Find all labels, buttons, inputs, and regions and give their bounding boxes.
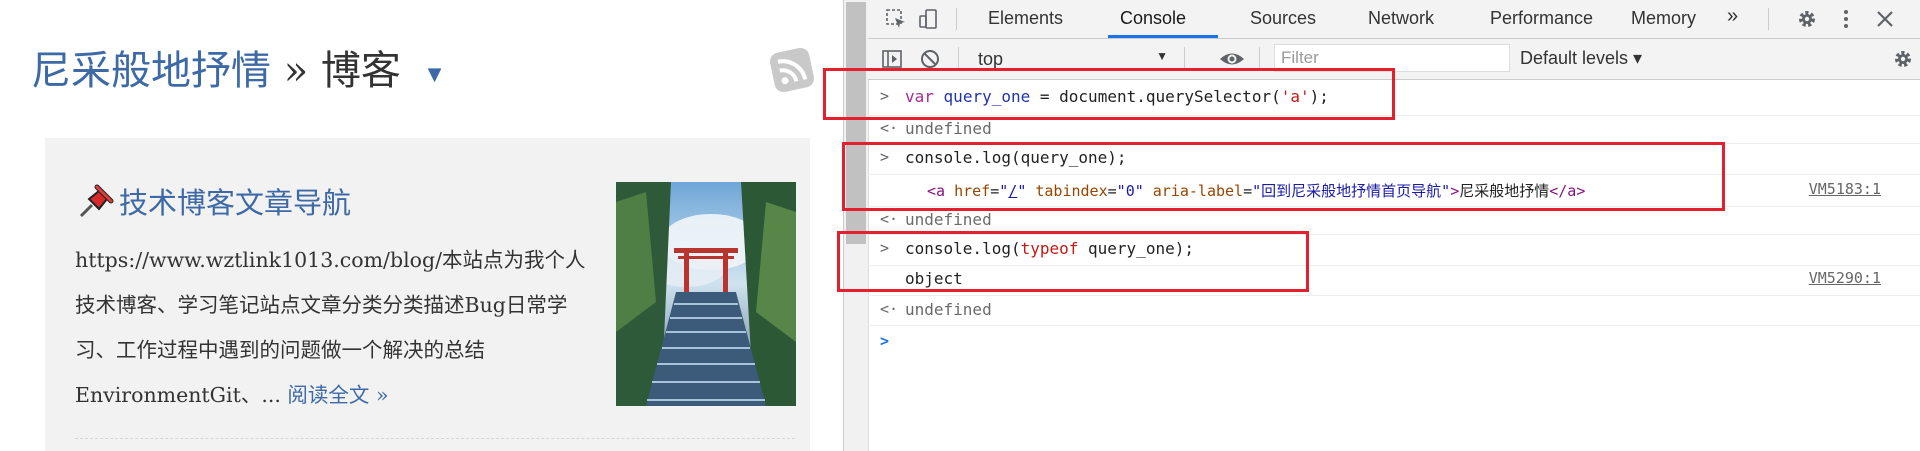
tab-performance[interactable]: Performance [1490,8,1593,29]
dropdown-caret-icon[interactable]: ▼ [428,64,442,85]
card-divider [75,438,795,439]
highlight-box [842,142,1725,211]
active-tab-indicator [1108,35,1218,38]
site-name-link[interactable]: 尼采般地抒情 [31,48,271,94]
gear-icon[interactable] [1795,7,1819,31]
site-title: 尼采般地抒情 » 博客 ▼ [31,38,441,96]
toolbar-divider [1259,47,1260,69]
toolbar-divider [958,47,959,69]
return-arrow-icon: <· [880,210,899,228]
device-toolbar-icon[interactable] [916,7,940,31]
return-value: undefined [905,210,992,229]
post-thumbnail[interactable] [616,182,796,406]
blog-page: 尼采般地抒情 » 博客 ▼ 技术博客文章导航 https://www.wztli… [0,0,843,451]
console-prompt[interactable]: > [868,325,1920,361]
return-value: undefined [905,300,992,319]
prompt-chevron-icon: > [880,332,890,350]
highlight-box [837,231,1309,292]
source-link[interactable]: VM5290:1 [1809,269,1881,287]
chevron-down-icon: ▼ [1156,49,1168,63]
tab-console[interactable]: Console [1120,8,1186,29]
kebab-menu-icon[interactable] [1834,7,1858,31]
toolbar-divider [1184,47,1185,69]
post-card: 技术博客文章导航 https://www.wztlink1013.com/blo… [45,138,810,451]
site-section-title: 博客 [320,48,401,94]
toolbar-divider [956,8,957,30]
tab-memory[interactable]: Memory [1631,8,1696,29]
highlight-box [823,68,1395,120]
toolbar-divider [1768,8,1769,30]
rss-icon[interactable] [768,46,816,94]
return-value: undefined [905,119,992,138]
title-separator: » [283,48,309,94]
devtools-tabbar: Elements Console Sources Network Perform… [868,0,1920,39]
console-return-row: <· undefined [868,295,1920,326]
tab-sources[interactable]: Sources [1250,8,1316,29]
context-value: top [978,49,1004,69]
pin-icon [75,181,115,221]
return-arrow-icon: <· [880,119,899,137]
more-tabs-button[interactable]: » [1727,5,1738,28]
tab-network[interactable]: Network [1368,8,1434,29]
read-more-link[interactable]: 阅读全文 » [287,383,388,407]
post-title-text[interactable]: 技术博客文章导航 [119,186,351,220]
post-excerpt: https://www.wztlink1013.com/blog/本站点为我个人… [75,238,595,418]
log-levels-dropdown[interactable]: Default levels ▾ [1520,48,1642,69]
console-settings-gear-icon[interactable] [1891,47,1915,71]
close-icon[interactable] [1873,7,1897,31]
post-title[interactable]: 技术博客文章导航 [75,180,351,222]
source-link[interactable]: VM5183:1 [1809,180,1881,198]
return-arrow-icon: <· [880,300,899,318]
tab-elements[interactable]: Elements [988,8,1063,29]
inspect-icon[interactable] [884,7,908,31]
